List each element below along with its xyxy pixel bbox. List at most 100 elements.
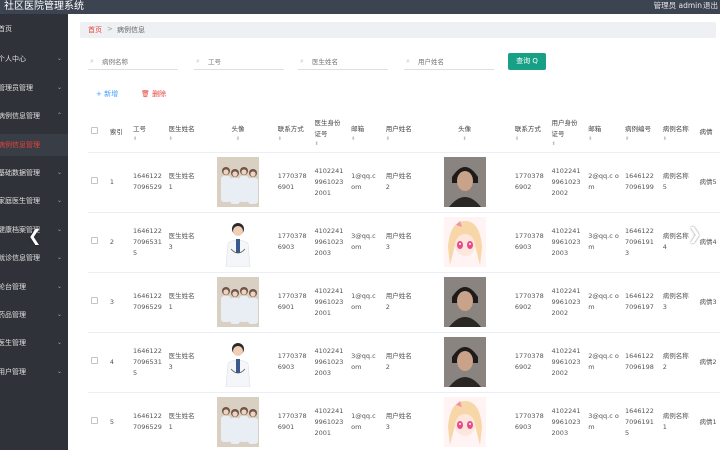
sidebar-item[interactable]: 药品管理 ⌄	[0, 304, 68, 326]
sort-icon[interactable]: ⬍	[515, 136, 546, 142]
breadcrumb-home[interactable]: 首页	[88, 25, 102, 35]
table-row[interactable]: 5 1646122 7096529 医生姓名 1 1770378 6901 410224…	[88, 392, 720, 450]
sidebar-item[interactable]: 用户管理 ⌄	[0, 361, 68, 383]
sidebar-item[interactable]: 个人中心 ⌄	[0, 48, 68, 70]
column-header-label: 头像	[458, 124, 472, 133]
table-row[interactable]: 1 1646122 7096529 医生姓名 1 1770378 6901 410224…	[88, 152, 720, 213]
column-header-label: 邮箱	[351, 124, 365, 133]
sidebar-item[interactable]: 就诊信息管理 ⌄	[0, 247, 68, 269]
table-cell: 1770378 6901	[274, 152, 312, 213]
sidebar-item[interactable]: 管理员管理 ⌄	[0, 77, 68, 99]
sort-icon[interactable]: ⬍	[204, 136, 271, 142]
sort-icon[interactable]: ⬍	[314, 141, 345, 147]
sidebar-item[interactable]: 基础数据管理 ⌄	[0, 162, 68, 184]
case-name-input[interactable]	[88, 54, 178, 70]
column-header[interactable]: 医生身份证号 ⬍	[311, 114, 349, 153]
doctor-avatar	[201, 392, 275, 450]
chevron-icon: ⌄	[56, 55, 62, 62]
column-header[interactable]: 邮箱 ⬍	[585, 114, 622, 153]
delete-button[interactable]: 🗑 删除	[141, 89, 166, 99]
sidebar-item[interactable]: 轮台管理 ⌄	[0, 276, 68, 298]
column-header: 索引	[106, 114, 130, 153]
main-content: 首页 > 病例信息 ⌕ ⌕ ⌕ ⌕ 查询 Q + 新增 🗑 删除 索引工号⬍医生…	[28, 14, 720, 450]
column-header[interactable]: 工号 ⬍	[129, 114, 166, 153]
sidebar-item[interactable]: 病例信息管理 ⌃	[0, 105, 68, 127]
row-checkbox-cell[interactable]	[88, 272, 107, 333]
row-checkbox[interactable]	[91, 236, 98, 244]
table-cell: 病情5	[696, 152, 720, 213]
table-cell: 1646122 7096529	[129, 272, 166, 333]
sort-icon[interactable]: ⬍	[169, 136, 199, 142]
sidebar-item[interactable]: 首页	[0, 18, 68, 40]
select-all-checkbox[interactable]	[91, 127, 98, 135]
table-cell: 医生姓名 3	[165, 212, 202, 273]
table-cell: 用户姓名 2	[382, 332, 418, 393]
sort-icon[interactable]: ⬍	[133, 136, 163, 142]
table-cell: 3@qq.c om	[348, 332, 383, 393]
column-header[interactable]: 用户身份证号 ⬍	[548, 114, 586, 153]
table-cell: 病情2	[696, 332, 720, 393]
table-cell: 医生姓名 1	[165, 152, 202, 213]
table-cell: 用户姓名 2	[382, 152, 418, 213]
table-cell: 4102241 9961023 2001	[311, 392, 349, 450]
sort-icon[interactable]: ⬍	[552, 141, 583, 147]
row-checkbox[interactable]	[91, 416, 98, 424]
row-checkbox-cell[interactable]	[88, 212, 107, 273]
add-button[interactable]: + 新增	[96, 89, 118, 99]
job-number-input[interactable]	[194, 54, 284, 70]
table-cell: 3@qq.c om	[585, 212, 622, 273]
table-cell: 1646122 7096198	[621, 332, 660, 393]
chevron-left-icon[interactable]: ❮	[28, 226, 41, 245]
table-cell: 1770378 6903	[274, 332, 312, 393]
column-header[interactable]: 联系方式 ⬍	[274, 114, 312, 153]
table-cell: 2@qq.c om	[585, 272, 622, 333]
chevron-right-icon[interactable]: ❯	[688, 224, 701, 243]
column-header[interactable]: 邮箱 ⬍	[348, 114, 383, 153]
table-cell: 用户姓名 3	[382, 212, 418, 273]
sort-icon[interactable]: ⬍	[588, 136, 619, 142]
column-header[interactable]: 头像 ⬍	[201, 114, 275, 153]
top-bar: 社区医院管理系统 管理员 admin 退出	[0, 0, 720, 14]
row-checkbox[interactable]	[91, 356, 98, 364]
doctor-name-input[interactable]	[298, 54, 388, 70]
sort-icon[interactable]: ⬍	[386, 136, 415, 142]
column-header[interactable]: 病例名称 ⬍	[659, 114, 697, 153]
row-checkbox-cell[interactable]	[88, 392, 107, 450]
table-cell: 病例名称 2	[659, 332, 697, 393]
sort-icon[interactable]: ⬍	[278, 136, 309, 142]
sort-icon[interactable]: ⬍	[663, 136, 694, 142]
user-avatar	[417, 212, 512, 273]
column-header[interactable]: 用户姓名 ⬍	[382, 114, 418, 153]
exit-link[interactable]: 退出	[703, 0, 718, 11]
column-header[interactable]: 医生姓名 ⬍	[165, 114, 202, 153]
table-cell: 1@qq.c om	[348, 152, 383, 213]
table-row[interactable]: 3 1646122 7096529 医生姓名 1 1770378 6901 410224…	[88, 272, 720, 333]
sidebar-item[interactable]: 病例信息管理	[0, 134, 68, 156]
table-row[interactable]: 2 1646122 7096531 5 医生姓名 3 1770378 6903 4102…	[88, 212, 720, 273]
row-checkbox-cell[interactable]	[88, 152, 107, 213]
sidebar-item[interactable]: 家庭医生管理 ⌄	[0, 190, 68, 212]
table-cell: 4102241 9961023 2002	[548, 332, 586, 393]
sidebar-item[interactable]: 医生管理 ⌄	[0, 332, 68, 354]
column-header[interactable]: 联系方式 ⬍	[511, 114, 549, 153]
sort-icon[interactable]: ⬍	[420, 136, 508, 142]
row-checkbox-cell[interactable]	[88, 332, 107, 393]
row-checkbox[interactable]	[91, 296, 98, 304]
sidebar-item-label: 首页	[0, 25, 12, 33]
sort-icon[interactable]: ⬍	[625, 136, 657, 142]
column-header[interactable]: 病情	[696, 114, 720, 153]
user-name-input[interactable]	[404, 54, 494, 70]
sort-icon[interactable]: ⬍	[351, 136, 380, 142]
column-header-label: 联系方式	[277, 124, 304, 133]
chevron-icon: ⌄	[56, 368, 62, 375]
column-header[interactable]: 病例编号 ⬍	[621, 114, 660, 153]
search-button[interactable]: 查询 Q	[508, 53, 546, 70]
table-cell: 1646122 7096529	[129, 152, 166, 213]
select-all-checkbox-cell[interactable]	[88, 114, 107, 153]
table-cell: 1646122 7096529	[129, 392, 166, 450]
admin-label: 管理员 admin	[653, 1, 702, 10]
table-row[interactable]: 4 1646122 7096531 5 医生姓名 3 1770378 6903 4102…	[88, 332, 720, 393]
row-checkbox[interactable]	[91, 176, 98, 184]
column-header[interactable]: 头像 ⬍	[417, 114, 512, 153]
table-cell: 4102241 9961023 2003	[311, 332, 349, 393]
